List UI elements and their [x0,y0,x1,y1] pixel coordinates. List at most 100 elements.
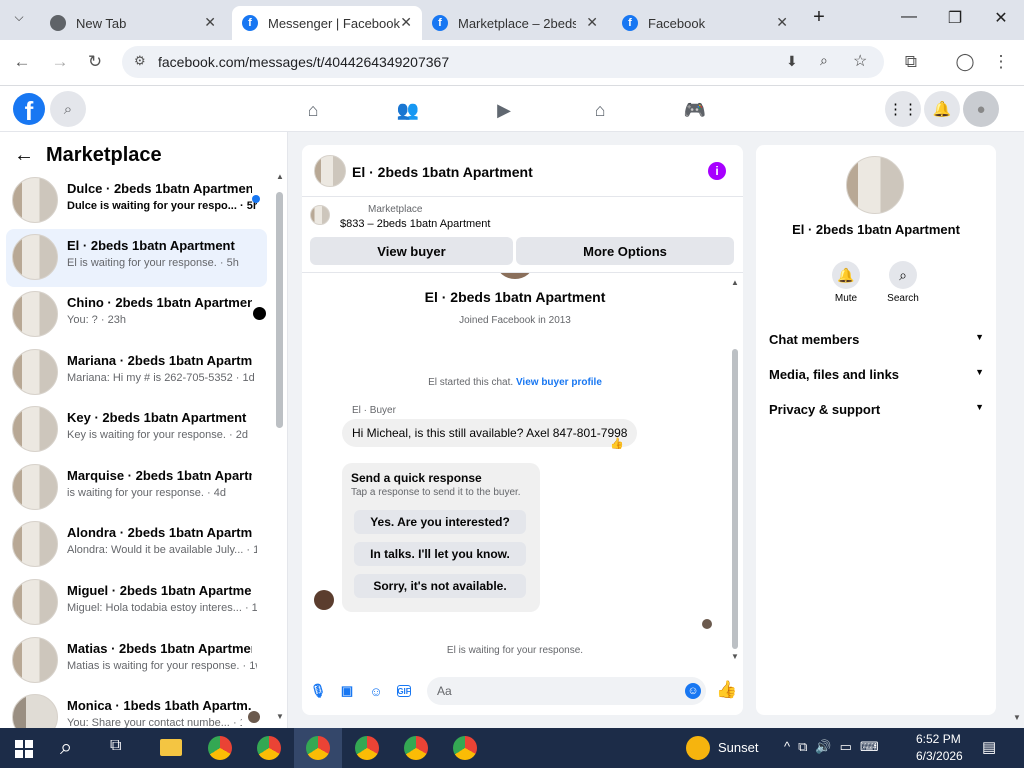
zoom-icon[interactable]: ⌕ [820,52,828,69]
tab-title: New Tab [76,15,127,31]
back-icon[interactable]: ← [10,52,34,72]
messages-scrollbar[interactable] [732,349,738,649]
reload-icon[interactable]: ↻ [83,52,107,72]
windows-start-icon[interactable] [15,740,33,758]
quick-reply-button[interactable]: In talks. I'll let you know. [354,542,526,566]
tab-facebook[interactable]: f Facebook ✕ [612,6,798,40]
back-arrow-icon[interactable]: ← [14,144,34,167]
privacy-support-section[interactable]: Privacy & support ▼ [769,402,984,417]
list-item[interactable]: Dulce · 2beds 1batn Apartment Dulce is w… [6,172,267,230]
new-tab-button[interactable]: + [804,6,834,29]
restore-button[interactable]: ❐ [940,8,970,28]
chat-avatar[interactable] [314,155,346,187]
close-icon[interactable]: ✕ [776,14,788,31]
like-icon[interactable]: 👍 [716,680,737,700]
close-icon[interactable]: ✕ [204,14,216,31]
conversation-preview: is waiting for your response. · 4d [67,487,226,499]
sticker-icon[interactable]: ☺ [368,683,384,699]
chat-members-section[interactable]: Chat members ▼ [769,332,984,347]
profile-icon[interactable]: ◯ [953,52,977,72]
chrome-icon[interactable] [355,736,379,760]
account-avatar[interactable]: ● [963,91,999,127]
chat-title[interactable]: El · 2beds 1batn Apartment [352,164,533,180]
list-item[interactable]: Monica · 1beds 1bath Apartm... You: Shar… [6,689,267,728]
url-text: facebook.com/messages/t/4044264349207367 [158,54,450,70]
menu-grid-button[interactable]: ⋮⋮ [885,91,921,127]
tab-messenger[interactable]: f Messenger | Facebook ✕ [232,6,422,40]
install-icon[interactable]: ⬇ [786,53,798,70]
close-icon[interactable]: ✕ [400,14,412,31]
conversation-preview: You: ? · 23h [67,314,126,326]
chrome-icon[interactable] [453,736,477,760]
close-icon[interactable]: ✕ [586,14,598,31]
listing-price-title[interactable]: $833 – 2beds 1batn Apartment [340,218,490,230]
gif-icon[interactable]: GIF [397,685,411,697]
gaming-icon[interactable]: 🎮 [684,99,706,121]
minimize-button[interactable]: — [894,8,924,26]
weather-sun-icon[interactable] [686,736,710,760]
scroll-down-arrow[interactable]: ▼ [731,652,739,661]
conversation-preview: Miguel: Hola todabia estoy interes... · … [67,602,257,614]
quick-response-subtitle: Tap a response to send it to the buyer. [351,487,521,498]
photo-icon[interactable]: ▣ [339,683,355,699]
extensions-icon[interactable]: ⧉ [899,52,923,72]
facebook-logo-icon[interactable]: f [13,93,45,126]
task-view-icon[interactable]: ⧉ [110,737,121,755]
list-scrollbar[interactable] [276,192,283,428]
tray-icons[interactable]: ^⧉🔊▭⌨ [784,739,887,755]
notifications-button[interactable]: 🔔 [924,91,960,127]
search-conversation-button[interactable]: ⌕ [889,261,917,289]
list-item[interactable]: Alondra · 2beds 1batn Apartment Alondra:… [6,516,267,574]
scroll-up-arrow[interactable]: ▲ [731,278,739,287]
bookmark-star-icon[interactable]: ☆ [853,51,867,71]
list-item[interactable]: Miguel · 2beds 1batn Apartment Miguel: H… [6,574,267,632]
forward-icon[interactable]: → [48,52,72,72]
emoji-icon[interactable]: ☺ [685,683,701,699]
message-input[interactable]: Aa ☺ [427,677,706,705]
list-item[interactable]: El · 2beds 1batn Apartment El is waiting… [6,229,267,287]
view-buyer-button[interactable]: View buyer [310,237,513,265]
clock-time[interactable]: 6:52 PM [916,732,961,746]
scroll-up-arrow[interactable]: ▲ [276,172,284,181]
menu-icon[interactable]: ⋮ [989,52,1013,72]
quick-response-title: Send a quick response [351,471,482,485]
mute-button[interactable]: 🔔 [832,261,860,289]
message-bubble[interactable]: Hi Micheal, is this still available? Axe… [342,419,638,447]
info-icon[interactable]: i [708,162,726,180]
clock-date[interactable]: 6/3/2026 [916,749,963,763]
file-explorer-icon[interactable] [160,739,182,756]
quick-reply-button[interactable]: Yes. Are you interested? [354,510,526,534]
weather-label[interactable]: Sunset [718,740,758,755]
quick-reply-button[interactable]: Sorry, it's not available. [354,574,526,598]
chrome-icon[interactable] [208,736,232,760]
profile-name: El · 2beds 1batn Apartment [424,289,606,305]
home-icon[interactable]: ⌂ [302,99,324,121]
chrome-icon[interactable] [306,736,330,760]
tab-search-button[interactable]: ⌵ [8,10,30,30]
media-files-section[interactable]: Media, files and links ▼ [769,367,984,382]
url-bar[interactable]: ⚙ facebook.com/messages/t/40442643492073… [122,46,884,78]
tab-new-tab[interactable]: New Tab ✕ [40,6,226,40]
page-scroll-down-arrow[interactable]: ▼ [1013,713,1021,722]
list-item[interactable]: Mariana · 2beds 1batn Apartment Mariana:… [6,344,267,402]
close-window-button[interactable]: ✕ [986,8,1016,28]
friends-icon[interactable]: 👥 [397,99,419,121]
chrome-icon[interactable] [257,736,281,760]
list-item[interactable]: Chino · 2beds 1batn Apartment You: ? · 2… [6,286,267,344]
microphone-icon[interactable]: 🎙 [310,683,327,699]
list-item[interactable]: Marquise · 2beds 1batn Apartm... is wait… [6,459,267,517]
seen-avatar [248,711,260,723]
more-options-button[interactable]: More Options [516,237,734,265]
search-button[interactable]: ⌕ [50,91,86,127]
video-icon[interactable]: ▶ [493,99,515,121]
notifications-icon[interactable]: ▤ [982,738,996,756]
search-icon[interactable]: ⌕ [60,734,72,760]
marketplace-icon[interactable]: ⌂ [589,99,611,121]
view-buyer-profile-link[interactable]: View buyer profile [516,377,602,388]
site-info-icon[interactable]: ⚙ [134,53,146,69]
list-item[interactable]: Matias · 2beds 1batn Apartment Matias is… [6,632,267,690]
chrome-icon[interactable] [404,736,428,760]
tab-marketplace[interactable]: f Marketplace – 2beds 1 ✕ [422,6,608,40]
list-item[interactable]: Key · 2beds 1batn Apartment Key is waiti… [6,401,267,459]
scroll-down-arrow[interactable]: ▼ [276,712,284,721]
